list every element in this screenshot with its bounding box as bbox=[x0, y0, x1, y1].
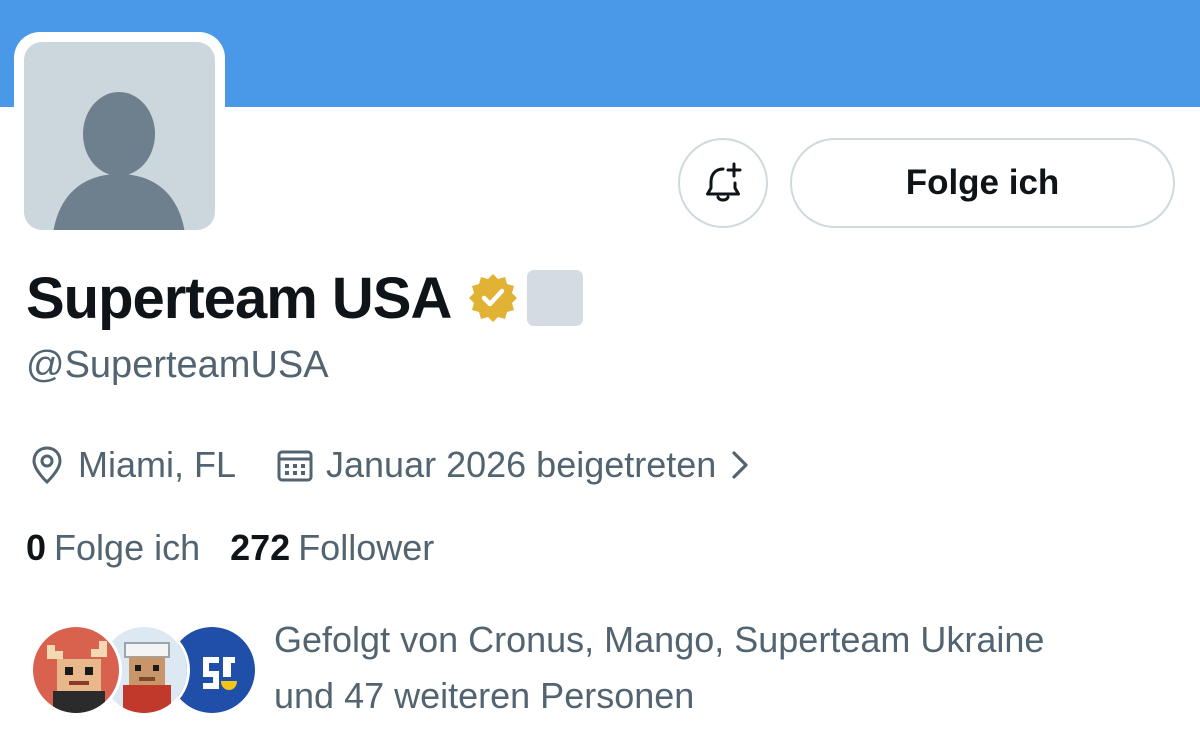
avatar[interactable] bbox=[24, 42, 215, 230]
location-item: Miami, FL bbox=[28, 444, 236, 486]
location-pin-icon bbox=[32, 446, 62, 485]
pixel-character-avatar-icon bbox=[33, 627, 119, 713]
profile-meta: Miami, FL Januar 2026 beigetreten bbox=[28, 440, 762, 490]
followers-count: 272 bbox=[230, 527, 291, 568]
followers-label: Follower bbox=[298, 527, 435, 568]
followed-by-text[interactable]: Gefolgt von Cronus, Mango, Superteam Ukr… bbox=[274, 612, 1154, 724]
followers-stat[interactable]: 272 Follower bbox=[230, 527, 434, 569]
joined-text[interactable]: Januar 2026 beigetreten bbox=[326, 444, 716, 486]
followed-by-line-2: und 47 weiteren Personen bbox=[274, 675, 695, 716]
follower-avatar-stack[interactable] bbox=[30, 624, 260, 724]
profile-avatar-frame[interactable] bbox=[14, 32, 225, 240]
following-count: 0 bbox=[26, 527, 47, 568]
verified-gold-badge-icon[interactable] bbox=[467, 272, 519, 324]
following-stat[interactable]: 0 Folge ich bbox=[26, 527, 200, 569]
joined-item[interactable]: Januar 2026 beigetreten bbox=[276, 444, 762, 486]
following-button[interactable]: Folge ich bbox=[790, 138, 1175, 228]
followed-by-line-1: Gefolgt von Cronus, Mango, Superteam Ukr… bbox=[274, 619, 1045, 660]
notifications-button[interactable] bbox=[678, 138, 768, 228]
default-avatar-silhouette-icon bbox=[53, 92, 185, 230]
following-label: Folge ich bbox=[54, 527, 201, 568]
display-name-row: Superteam USA bbox=[26, 258, 584, 338]
location-text: Miami, FL bbox=[78, 444, 237, 485]
followers-you-know[interactable]: Gefolgt von Cronus, Mango, Superteam Ukr… bbox=[30, 612, 1170, 722]
follower-avatar-cronus[interactable] bbox=[30, 624, 122, 716]
affiliation-badge[interactable] bbox=[527, 270, 584, 326]
profile-handle: @SuperteamUSA bbox=[26, 344, 329, 386]
chevron-right-icon[interactable] bbox=[730, 449, 750, 481]
calendar-icon bbox=[277, 450, 313, 482]
display-name: Superteam USA bbox=[26, 265, 452, 331]
bell-plus-icon bbox=[706, 162, 742, 202]
profile-stats: 0 Folge ich 272 Follower bbox=[26, 524, 434, 572]
